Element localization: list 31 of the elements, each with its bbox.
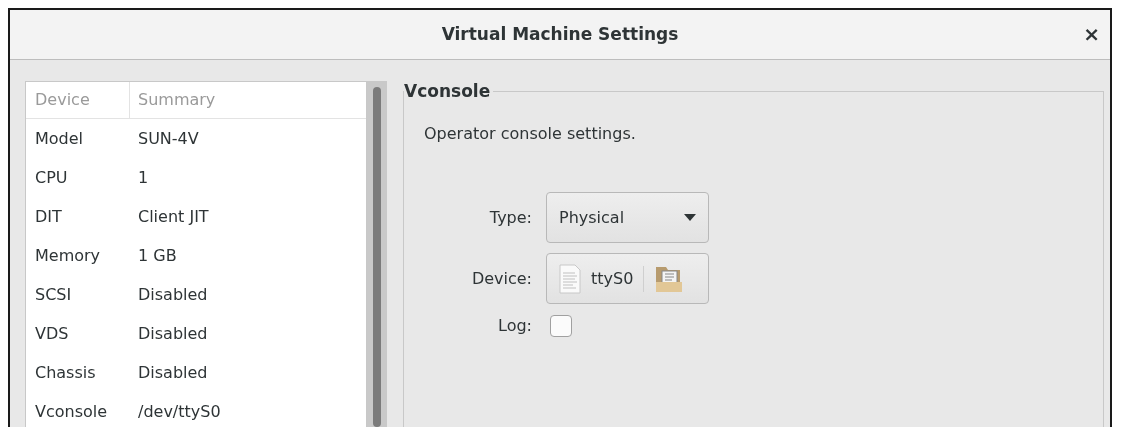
type-dropdown[interactable]: Physical — [546, 192, 709, 243]
device-summary: Disabled — [137, 283, 208, 306]
field-label: Log: — [497, 315, 532, 337]
device-summary: Client JIT — [137, 205, 209, 228]
device-name: CPU — [34, 166, 69, 189]
device-name: SCSI — [34, 283, 73, 306]
device-summary: SUN-4V — [137, 127, 199, 150]
scrollbar[interactable] — [367, 81, 387, 427]
device-name: VDS — [34, 322, 70, 345]
device-name: Model — [34, 127, 85, 150]
file-chooser-button[interactable]: ttyS0 — [546, 253, 709, 304]
device-summary: /dev/ttyS0 — [137, 400, 221, 423]
scrollbar-thumb[interactable] — [373, 87, 381, 427]
device-name: Memory — [34, 244, 102, 267]
field-label: Device: — [470, 267, 532, 290]
device-name: Vconsole — [34, 400, 109, 423]
close-button[interactable]: × — [1079, 22, 1104, 46]
device-value: ttyS0 — [591, 267, 634, 290]
document-icon — [559, 263, 581, 294]
log-checkbox[interactable] — [550, 315, 572, 337]
window-title: Virtual Machine Settings — [441, 22, 679, 46]
device-name: DIT — [34, 205, 63, 228]
device-summary: Disabled — [137, 361, 208, 384]
device-summary: 1 GB — [137, 244, 177, 267]
caret-icon — [684, 214, 696, 221]
device-name: Chassis — [34, 361, 97, 384]
device-summary: 1 — [137, 166, 149, 189]
description-text: Operator console settings. — [424, 123, 637, 145]
device-summary: Disabled — [137, 322, 208, 345]
field-label: Type: — [488, 206, 532, 229]
folder-icon — [654, 264, 685, 293]
